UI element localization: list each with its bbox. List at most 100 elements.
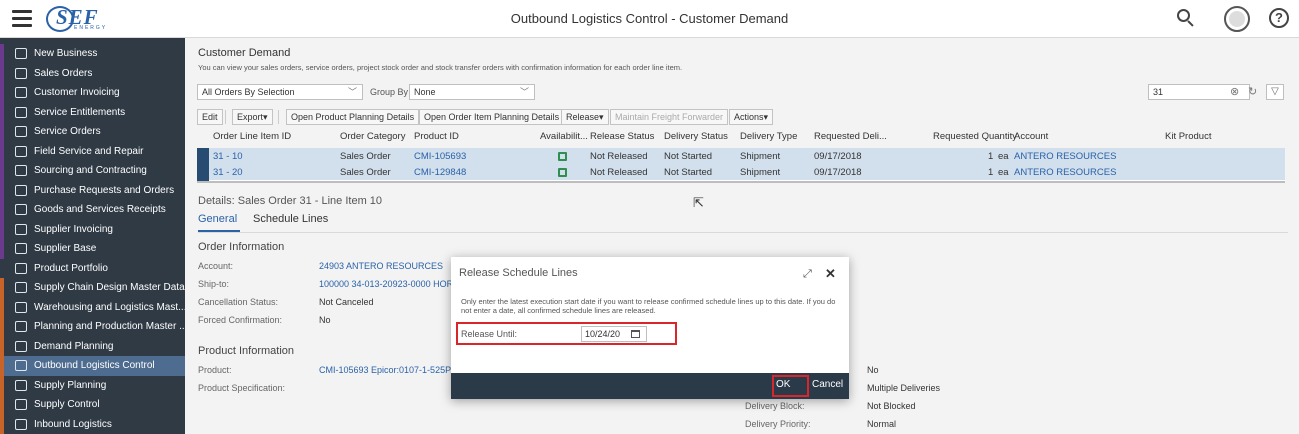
account-link[interactable]: ANTERO RESOURCES xyxy=(1014,151,1116,162)
sidebar-item[interactable]: Planning and Production Master ... xyxy=(0,317,185,337)
dropdown-caret-icon: ▾ xyxy=(763,112,769,122)
sidebar-item[interactable]: Sourcing and Contracting xyxy=(0,161,185,181)
sidebar-item[interactable]: Supply Planning xyxy=(0,375,185,395)
column-header[interactable]: Release Status xyxy=(590,131,654,142)
column-header[interactable]: Availabilit... xyxy=(540,131,588,142)
sidebar-item[interactable]: Purchase Requests and Orders xyxy=(0,180,185,200)
cancel-button[interactable]: Cancel xyxy=(812,379,843,390)
selection-dropdown[interactable]: All Orders By Selection ﹀ xyxy=(197,84,363,100)
sidebar-item[interactable]: Supplier Base xyxy=(0,239,185,259)
cancellation-status-value: Not Canceled xyxy=(319,297,374,307)
row-selector[interactable] xyxy=(197,148,209,165)
expand-icon[interactable]: ⤢ xyxy=(803,268,812,281)
sidebar-item-label: Field Service and Repair xyxy=(34,145,144,157)
sidebar-item-icon xyxy=(15,106,27,118)
details-title: Details: Sales Order 31 - Line Item 10 xyxy=(198,195,383,207)
release-status: Not Released xyxy=(590,167,648,178)
row-selector[interactable] xyxy=(197,164,209,181)
user-avatar[interactable] xyxy=(1224,6,1250,32)
sidebar-item[interactable]: Supply Control xyxy=(0,395,185,415)
tab-schedule-lines[interactable]: Schedule Lines xyxy=(253,213,328,225)
toolbar-separator xyxy=(278,110,279,124)
column-header[interactable]: Kit Product xyxy=(1165,131,1211,142)
ship-to-value-link[interactable]: 100000 34-013-20923-0000 HORS xyxy=(319,279,459,289)
group-by-dropdown[interactable]: None ﹀ xyxy=(409,84,535,100)
filter-icon[interactable]: ▽ xyxy=(1266,84,1284,100)
sidebar-item[interactable]: Demand Planning xyxy=(0,336,185,356)
sidebar-item[interactable]: Service Entitlements xyxy=(0,102,185,122)
availability-icon xyxy=(558,152,567,161)
top-header: SEF ENERGY Outbound Logistics Control - … xyxy=(0,0,1299,38)
refresh-icon[interactable]: ↻ xyxy=(1248,85,1257,98)
tab-general[interactable]: General xyxy=(198,213,237,225)
sidebar-item[interactable]: Sales Orders xyxy=(0,63,185,83)
sidebar-item[interactable]: Warehousing and Logistics Mast... xyxy=(0,297,185,317)
calendar-icon[interactable] xyxy=(631,330,640,338)
table-row[interactable]: 31 - 10 Sales Order CMI-105693 Not Relea… xyxy=(197,148,1285,165)
column-header[interactable]: Requested Deli... xyxy=(814,131,887,142)
maintain-freight-forwarder-button[interactable]: Maintain Freight Forwarder xyxy=(610,109,729,125)
column-header[interactable]: Order Category xyxy=(340,131,405,142)
requested-date: 09/17/2018 xyxy=(814,167,862,178)
sidebar-color-bar xyxy=(0,161,4,181)
column-header[interactable]: Order Line Item ID xyxy=(213,131,291,142)
column-header[interactable]: Delivery Status xyxy=(664,131,728,142)
sidebar-item-icon xyxy=(15,67,27,79)
table-row[interactable]: 31 - 20 Sales Order CMI-129848 Not Relea… xyxy=(197,164,1285,181)
column-header[interactable]: Account xyxy=(1014,131,1048,142)
delivery-status: Not Started xyxy=(664,167,713,178)
sidebar-item[interactable]: Supply Chain Design Master Data xyxy=(0,278,185,298)
sidebar-item[interactable]: Inbound Logistics xyxy=(0,414,185,434)
product-id-link[interactable]: CMI-129848 xyxy=(414,167,466,178)
sidebar-item-label: Supply Planning xyxy=(34,379,107,391)
qty-unit: ea xyxy=(998,167,1009,178)
sidebar-item[interactable]: Outbound Logistics Control xyxy=(0,356,185,376)
mouse-cursor-icon: ⇱ xyxy=(693,195,704,210)
sidebar-item[interactable]: Service Orders xyxy=(0,122,185,142)
dropdown-caret-icon: ▾ xyxy=(599,112,604,122)
sidebar-item[interactable]: Customer Invoicing xyxy=(0,83,185,103)
sidebar-item[interactable]: Product Portfolio xyxy=(0,258,185,278)
column-header[interactable]: Delivery Type xyxy=(740,131,797,142)
order-information-title: Order Information xyxy=(198,241,285,253)
release-button[interactable]: Release▾ xyxy=(561,109,609,125)
open-product-planning-button[interactable]: Open Product Planning Details xyxy=(286,109,420,125)
line-item-id[interactable]: 31 - 10 xyxy=(213,151,243,162)
cancellation-status-label: Cancellation Status: xyxy=(198,297,279,307)
close-icon[interactable]: ✕ xyxy=(825,266,836,282)
toolbar-separator xyxy=(225,110,226,124)
release-label: Release xyxy=(566,112,600,122)
sidebar-color-bar xyxy=(0,297,4,317)
actions-button[interactable]: Actions▾ xyxy=(729,109,774,125)
edit-button[interactable]: Edit xyxy=(197,109,223,125)
forced-confirmation-value: No xyxy=(319,315,331,325)
line-item-id[interactable]: 31 - 20 xyxy=(213,167,243,178)
account-link[interactable]: ANTERO RESOURCES xyxy=(1014,167,1116,178)
product-id-link[interactable]: CMI-105693 xyxy=(414,151,466,162)
sidebar-item[interactable]: New Business xyxy=(0,44,185,64)
sidebar-item-label: Product Portfolio xyxy=(34,262,108,274)
search-icon[interactable] xyxy=(1177,9,1195,27)
export-button[interactable]: Export▾ xyxy=(232,109,273,125)
open-order-item-planning-button[interactable]: Open Order Item Planning Details xyxy=(419,109,565,125)
sidebar-item[interactable]: Field Service and Repair xyxy=(0,141,185,161)
product-value-link[interactable]: CMI-105693 Epicor:0107-1-525P1 xyxy=(319,365,456,375)
group-by-value: None xyxy=(414,87,436,97)
account-value-link[interactable]: 24903 ANTERO RESOURCES xyxy=(319,261,443,271)
delivery-block-label: Delivery Block: xyxy=(745,401,805,411)
dialog-note: Only enter the latest execution start da… xyxy=(461,297,836,315)
delivery-status: Not Started xyxy=(664,151,713,162)
help-icon[interactable]: ? xyxy=(1269,8,1289,28)
sidebar-item-label: Inbound Logistics xyxy=(34,418,112,430)
sidebar-color-bar xyxy=(0,122,4,142)
sidebar-color-bar xyxy=(0,44,4,64)
sidebar-item-label: Outbound Logistics Control xyxy=(34,360,155,372)
column-header[interactable]: Product ID xyxy=(414,131,459,142)
sidebar-item[interactable]: Supplier Invoicing xyxy=(0,219,185,239)
sidebar-item[interactable]: Goods and Services Receipts xyxy=(0,200,185,220)
column-header[interactable]: Requested Quantity xyxy=(933,131,1017,142)
product-information-title: Product Information xyxy=(198,345,294,357)
ship-to-label: Ship-to: xyxy=(198,279,230,289)
detail-value: No xyxy=(867,365,879,375)
clear-icon[interactable]: ⊗ xyxy=(1230,85,1239,98)
